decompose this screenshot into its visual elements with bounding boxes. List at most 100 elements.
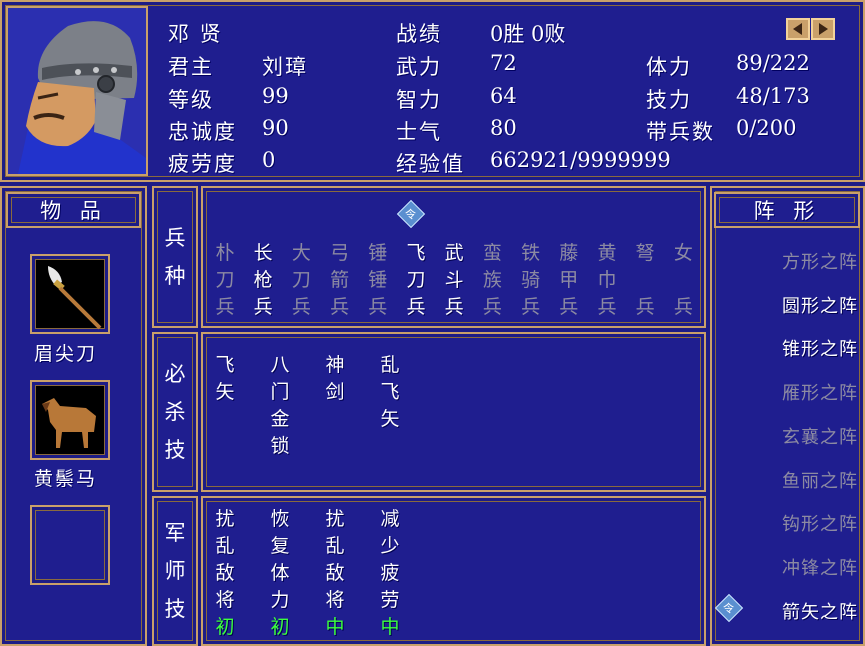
intellect-label: 智力 — [396, 88, 442, 112]
troop-type-char: 兵 — [482, 296, 502, 318]
arrow-right-icon — [819, 23, 828, 35]
strategist-skill-char: 力 — [270, 589, 290, 611]
section-label-char: 必 — [164, 362, 186, 386]
special-skill-char: 神 — [325, 354, 345, 376]
troops-value: 0/200 — [736, 116, 797, 140]
troop-type-3[interactable]: 弓箭兵 — [327, 240, 353, 321]
troop-type-char — [642, 267, 648, 294]
strategist-skill-2[interactable]: 扰乱敌将中 — [322, 506, 348, 641]
troop-type-2[interactable]: 大刀兵 — [288, 240, 314, 321]
page-prev-button[interactable] — [786, 18, 810, 40]
troop-type-9[interactable]: 藤甲兵 — [556, 240, 582, 321]
troop-type-char: 兵 — [635, 296, 655, 318]
troop-type-char: 骑 — [521, 269, 541, 291]
formation-item[interactable]: 雁形之阵 — [720, 379, 858, 405]
troop-type-6[interactable]: 武斗兵 — [441, 240, 467, 321]
strategist-skill-char: 劳 — [380, 589, 400, 611]
troop-type-char: 锤 — [368, 242, 388, 264]
item-1-name: 眉尖刀 — [34, 343, 98, 365]
item-2-name: 黄鬃马 — [34, 468, 98, 490]
special-skills-label: 必杀技 — [152, 342, 198, 482]
troop-type-char: 兵 — [673, 296, 693, 318]
exp-value: 662921/9999999 — [490, 148, 671, 172]
portrait-image — [8, 8, 146, 174]
formation-item[interactable]: 锥形之阵 — [720, 335, 858, 361]
troop-type-12[interactable]: 女 兵 — [670, 240, 696, 321]
troop-type-1[interactable]: 长枪兵 — [250, 240, 276, 321]
skill-value: 48/173 — [736, 84, 810, 108]
troop-type-char: 兵 — [597, 296, 617, 318]
troop-type-char: 锤 — [368, 269, 388, 291]
formation-item[interactable]: 玄襄之阵 — [720, 423, 858, 449]
strategist-skill-char: 敌 — [215, 562, 235, 584]
strategist-skill-0[interactable]: 扰乱敌将初 — [212, 506, 238, 641]
morale-label: 士气 — [396, 120, 442, 144]
troop-selector-glyph: 令 — [405, 208, 416, 221]
special-skill-char: 飞 — [215, 354, 235, 376]
record-value: 0胜 0败 — [490, 22, 566, 46]
special-skill-2[interactable]: 神剑 — [322, 352, 348, 406]
items-title-box: 物 品 — [6, 192, 141, 228]
strategist-skill-3[interactable]: 减少疲劳中 — [377, 506, 403, 641]
special-skill-3[interactable]: 乱飞矢 — [377, 352, 403, 433]
strategist-skill-char: 减 — [380, 508, 400, 530]
formation-item[interactable]: 方形之阵 — [720, 248, 858, 274]
special-skill-char: 八 — [270, 354, 290, 376]
strategist-skill-char: 将 — [215, 589, 235, 611]
troop-type-0[interactable]: 朴刀兵 — [212, 240, 238, 321]
force-label: 武力 — [396, 55, 442, 79]
special-skill-char: 剑 — [325, 381, 345, 403]
strategist-skill-char: 乱 — [325, 535, 345, 557]
item-slot-2[interactable] — [30, 380, 110, 460]
level-value: 99 — [262, 84, 289, 108]
strategist-skill-char: 体 — [270, 562, 290, 584]
special-skill-0[interactable]: 飞矢 — [212, 352, 238, 406]
troop-type-char: 枪 — [253, 269, 273, 291]
troop-type-char: 兵 — [253, 296, 273, 318]
strategist-skill-char: 扰 — [325, 508, 345, 530]
item-slot-1[interactable] — [30, 254, 110, 334]
page-next-button[interactable] — [811, 18, 835, 40]
strategist-skill-char: 复 — [270, 535, 290, 557]
special-skill-char: 飞 — [380, 381, 400, 403]
special-skill-1[interactable]: 八门金锁 — [267, 352, 293, 460]
strategist-skill-char: 扰 — [215, 508, 235, 530]
formation-selector-glyph: 令 — [723, 602, 734, 615]
formation-item[interactable]: 圆形之阵 — [720, 292, 858, 318]
troop-type-10[interactable]: 黄巾兵 — [594, 240, 620, 321]
troop-type-11[interactable]: 弩 兵 — [632, 240, 658, 321]
troop-type-7[interactable]: 蛮族兵 — [479, 240, 505, 321]
strategist-skill-char: 恢 — [270, 508, 290, 530]
formation-item[interactable]: 钩形之阵 — [720, 510, 858, 536]
strategist-skill-char: 将 — [325, 589, 345, 611]
troop-type-char: 藤 — [559, 242, 579, 264]
formation-item[interactable]: 鱼丽之阵 — [720, 467, 858, 493]
section-label-char: 军 — [164, 521, 186, 545]
item-slot-3-empty[interactable] — [30, 505, 110, 585]
troop-type-char: 兵 — [330, 296, 350, 318]
troop-type-char: 铁 — [521, 242, 541, 264]
troop-type-char: 兵 — [368, 296, 388, 318]
special-skill-char: 矢 — [215, 381, 235, 403]
troop-type-char: 兵 — [406, 296, 426, 318]
troop-type-char: 兵 — [559, 296, 579, 318]
troop-type-4[interactable]: 锤锤兵 — [365, 240, 391, 321]
formation-item[interactable]: 冲锋之阵 — [720, 554, 858, 580]
troop-type-char: 弩 — [635, 242, 655, 264]
troop-type-8[interactable]: 铁骑兵 — [518, 240, 544, 321]
strategist-skill-char: 敌 — [325, 562, 345, 584]
arrow-left-icon — [793, 23, 802, 35]
general-portrait — [6, 6, 148, 176]
formation-item[interactable]: 箭矢之阵 — [720, 598, 858, 624]
strategist-skill-char: 少 — [380, 535, 400, 557]
force-value: 72 — [490, 51, 517, 75]
special-skill-char: 门 — [270, 381, 290, 403]
troop-type-char: 箭 — [330, 269, 350, 291]
strategist-skill-grade: 初 — [270, 616, 290, 638]
troop-type-char: 刀 — [291, 269, 311, 291]
special-skill-char: 锁 — [270, 435, 290, 457]
strategist-skill-1[interactable]: 恢复体力初 — [267, 506, 293, 641]
troop-type-char: 甲 — [559, 269, 579, 291]
troop-type-5[interactable]: 飞刀兵 — [403, 240, 429, 321]
lord-label: 君主 — [168, 55, 214, 79]
